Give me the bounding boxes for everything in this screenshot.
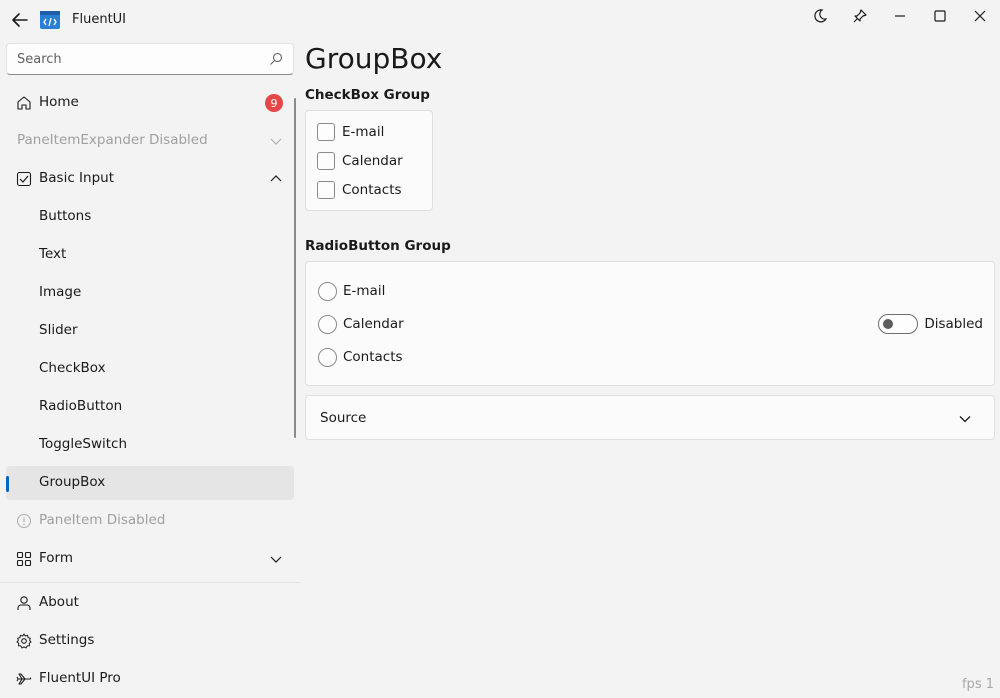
nav-item-pane-item-disabled: PaneItem Disabled [6, 504, 294, 538]
nav-item-buttons[interactable]: Buttons [6, 200, 294, 234]
back-button[interactable] [10, 10, 30, 30]
window-controls [800, 0, 1000, 32]
pin-button[interactable] [840, 0, 880, 32]
nav-item-label: About [39, 594, 79, 610]
nav-item-label: CheckBox [39, 360, 106, 376]
radio-groupbox: E-mail Calendar Contacts Disabled [305, 261, 995, 386]
source-expander-label: Source [320, 410, 367, 426]
fps-counter: fps 1 [961, 677, 994, 692]
nav-item-home[interactable]: Home 9 [6, 86, 294, 120]
notification-badge: 9 [265, 94, 283, 112]
app-logo-icon [40, 11, 60, 29]
home-icon [16, 95, 32, 111]
arrow-left-icon [12, 13, 28, 27]
radio-calendar[interactable]: Calendar [318, 314, 404, 334]
theme-toggle-button[interactable] [800, 0, 840, 32]
gear-icon [16, 633, 32, 649]
checkbox-groupbox: E-mail Calendar Contacts [305, 110, 433, 211]
nav-item-label: Home [39, 94, 79, 110]
nav-item-image[interactable]: Image [6, 276, 294, 310]
search-box[interactable] [6, 43, 294, 75]
nav-item-radiobutton[interactable]: RadioButton [6, 390, 294, 424]
nav-item-label: PaneItemExpander Disabled [17, 132, 208, 148]
radio-group-label: RadioButton Group [305, 238, 451, 254]
nav-item-label: Settings [39, 632, 95, 648]
nav-item-label: Image [39, 284, 82, 300]
toggle-track[interactable] [878, 314, 919, 334]
minimize-icon [895, 15, 905, 17]
toggle-label: Disabled [924, 316, 983, 332]
minimize-button[interactable] [880, 0, 920, 32]
nav-item-label: Text [39, 246, 67, 262]
title-bar: FluentUI [0, 0, 1000, 40]
maximize-icon [934, 10, 946, 22]
nav-divider [0, 582, 300, 583]
moon-icon [814, 9, 828, 23]
radio-label: E-mail [343, 283, 386, 299]
nav-item-text[interactable]: Text [6, 238, 294, 272]
info-circle-icon [16, 513, 32, 529]
maximize-button[interactable] [920, 0, 960, 32]
nav-item-slider[interactable]: Slider [6, 314, 294, 348]
search-icon[interactable] [269, 52, 283, 66]
pin-icon [853, 9, 867, 23]
nav-item-label: FluentUI Pro [39, 670, 121, 686]
radio-circle[interactable] [318, 314, 337, 334]
nav-item-label: Basic Input [39, 170, 114, 186]
checkbox-label: E-mail [342, 124, 385, 140]
nav-item-label: PaneItem Disabled [39, 512, 166, 528]
close-icon [974, 10, 986, 22]
checkbox-label: Calendar [342, 153, 403, 169]
nav-item-settings[interactable]: Settings [6, 624, 294, 658]
nav-item-label: Buttons [39, 208, 92, 224]
page-title: GroupBox [305, 42, 443, 75]
selection-indicator [6, 476, 9, 492]
checkbox-label: Contacts [342, 182, 402, 198]
airplane-icon [16, 671, 32, 687]
checkbox-contacts[interactable]: Contacts [317, 180, 402, 200]
nav-item-label: GroupBox [39, 474, 106, 490]
radio-label: Contacts [343, 349, 403, 365]
grid-icon [16, 551, 32, 567]
checkbox-checked-icon [16, 171, 32, 187]
nav-item-fluentui-pro[interactable]: FluentUI Pro [6, 662, 294, 696]
radio-contacts[interactable]: Contacts [318, 347, 403, 367]
nav-item-label: RadioButton [39, 398, 123, 414]
nav-item-toggleswitch[interactable]: ToggleSwitch [6, 428, 294, 462]
radio-label: Calendar [343, 316, 404, 332]
radio-email[interactable]: E-mail [318, 281, 385, 301]
radio-circle[interactable] [318, 281, 337, 301]
nav-item-label: Form [39, 550, 74, 566]
nav-item-checkbox[interactable]: CheckBox [6, 352, 294, 386]
checkbox-box[interactable] [317, 123, 335, 141]
chevron-down-icon[interactable] [958, 412, 972, 426]
source-expander[interactable]: Source [305, 395, 995, 440]
nav-item-basic-input[interactable]: Basic Input [6, 162, 294, 196]
nav-item-form[interactable]: Form [6, 542, 294, 576]
nav-item-label: Slider [39, 322, 78, 338]
radio-circle[interactable] [318, 347, 337, 367]
search-input[interactable] [7, 44, 247, 74]
disabled-toggle-switch[interactable]: Disabled [878, 314, 983, 334]
chevron-down-icon [270, 138, 282, 145]
checkbox-group-label: CheckBox Group [305, 87, 430, 103]
navigation-pane: Home 9 PaneItemExpander Disabled Basic I… [0, 40, 300, 698]
checkbox-box[interactable] [317, 152, 335, 170]
nav-item-about[interactable]: About [6, 586, 294, 620]
checkbox-email[interactable]: E-mail [317, 122, 384, 142]
person-icon [16, 595, 32, 611]
checkbox-calendar[interactable]: Calendar [317, 151, 403, 171]
nav-scrollbar[interactable] [294, 98, 296, 438]
nav-item-groupbox[interactable]: GroupBox [6, 466, 294, 500]
toggle-knob [883, 319, 894, 329]
chevron-up-icon[interactable] [270, 173, 282, 185]
chevron-down-icon[interactable] [270, 553, 282, 565]
nav-item-label: ToggleSwitch [39, 436, 128, 452]
app-title: FluentUI [72, 12, 127, 27]
checkbox-box[interactable] [317, 181, 335, 199]
nav-item-pane-expander-disabled: PaneItemExpander Disabled [6, 124, 294, 158]
close-button[interactable] [960, 0, 1000, 32]
